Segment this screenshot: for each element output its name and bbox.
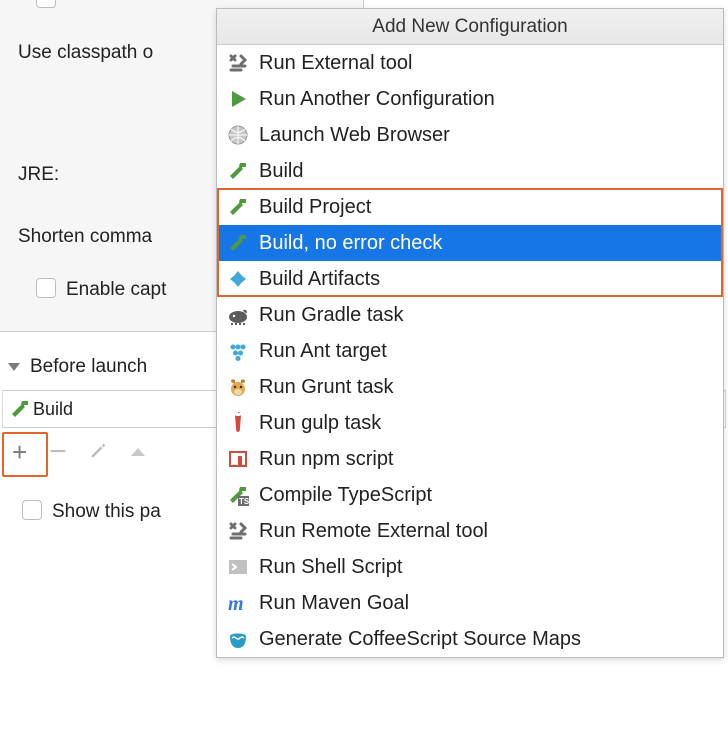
collapse-triangle-icon [8, 363, 20, 371]
popup-item[interactable]: Run npm script [217, 441, 723, 477]
popup-item-label: Build [259, 160, 303, 183]
gulp-icon [227, 412, 249, 434]
move-up-button[interactable] [131, 448, 145, 456]
shell-icon [227, 556, 249, 578]
jre-label: JRE: [18, 164, 59, 186]
popup-item-label: Generate CoffeeScript Source Maps [259, 628, 581, 651]
popup-item[interactable]: Run Shell Script [217, 549, 723, 585]
ant-icon [227, 340, 249, 362]
popup-item[interactable]: Run Remote External tool [217, 513, 723, 549]
grunt-icon [227, 376, 249, 398]
popup-item-label: Run Another Configuration [259, 88, 495, 111]
shorten-command-label: Shorten comma [18, 226, 152, 248]
remove-button[interactable]: − [49, 435, 67, 469]
popup-item[interactable]: Generate CoffeeScript Source Maps [217, 621, 723, 657]
npm-icon [227, 448, 249, 470]
enable-capture-row[interactable]: Enable capt [36, 278, 166, 301]
hammer-icon [227, 196, 249, 218]
show-this-page-label: Show this pa [52, 501, 161, 522]
checkbox-partial[interactable] [36, 0, 56, 8]
popup-item-label: Run Grunt task [259, 376, 394, 399]
tools-icon [227, 52, 249, 74]
popup-item[interactable]: Run External tool [217, 45, 723, 81]
use-classpath-label: Use classpath o [18, 42, 153, 64]
hammer-icon [227, 160, 249, 182]
globe-icon [227, 124, 249, 146]
popup-item-label: Build Artifacts [259, 268, 380, 291]
gradle-icon [227, 304, 249, 326]
popup-item[interactable]: Run Ant target [217, 333, 723, 369]
before-launch-label: Before launch [30, 356, 147, 378]
show-this-page-row[interactable]: Show this pa [22, 500, 161, 523]
popup-item-label: Run gulp task [259, 412, 381, 435]
popup-item-label: Launch Web Browser [259, 124, 450, 147]
show-this-page-checkbox[interactable] [22, 500, 42, 520]
popup-item[interactable]: Build Project [217, 189, 723, 225]
popup-item-label: Run Maven Goal [259, 592, 409, 615]
play-icon [227, 88, 249, 110]
popup-item[interactable]: Run Maven Goal [217, 585, 723, 621]
before-launch-header[interactable]: Before launch [8, 356, 147, 378]
popup-item[interactable]: Run Grunt task [217, 369, 723, 405]
hammer-icon [9, 398, 31, 420]
enable-capture-checkbox[interactable] [36, 278, 56, 298]
popup-item-label: Run Gradle task [259, 304, 404, 327]
typescript-icon [227, 484, 249, 506]
add-new-configuration-popup: Add New Configuration Run External tool R… [216, 8, 724, 658]
popup-item[interactable]: Build Artifacts [217, 261, 723, 297]
popup-item[interactable]: Run Another Configuration [217, 81, 723, 117]
diamond-icon [227, 268, 249, 290]
popup-item[interactable]: Run Gradle task [217, 297, 723, 333]
popup-item[interactable]: Run gulp task [217, 405, 723, 441]
hammer-icon [227, 232, 249, 254]
popup-item-label: Compile TypeScript [259, 484, 432, 507]
popup-item[interactable]: Build, no error check [217, 225, 723, 261]
edit-button[interactable] [89, 440, 109, 465]
popup-item-label: Run Remote External tool [259, 520, 488, 543]
popup-item[interactable]: Compile TypeScript [217, 477, 723, 513]
popup-item-label: Run npm script [259, 448, 394, 471]
popup-title: Add New Configuration [217, 9, 723, 45]
popup-item-label: Run Ant target [259, 340, 387, 363]
before-launch-item-label: Build [33, 399, 73, 420]
popup-item-label: Build Project [259, 196, 371, 219]
enable-capture-label: Enable capt [66, 279, 166, 300]
popup-item-label: Run Shell Script [259, 556, 402, 579]
add-button[interactable]: + [12, 437, 27, 468]
coffee-icon [227, 628, 249, 650]
popup-item[interactable]: Launch Web Browser [217, 117, 723, 153]
maven-icon [227, 592, 249, 614]
tools-icon [227, 520, 249, 542]
popup-item[interactable]: Build [217, 153, 723, 189]
popup-item-label: Run External tool [259, 52, 412, 75]
popup-item-label: Build, no error check [259, 232, 442, 255]
